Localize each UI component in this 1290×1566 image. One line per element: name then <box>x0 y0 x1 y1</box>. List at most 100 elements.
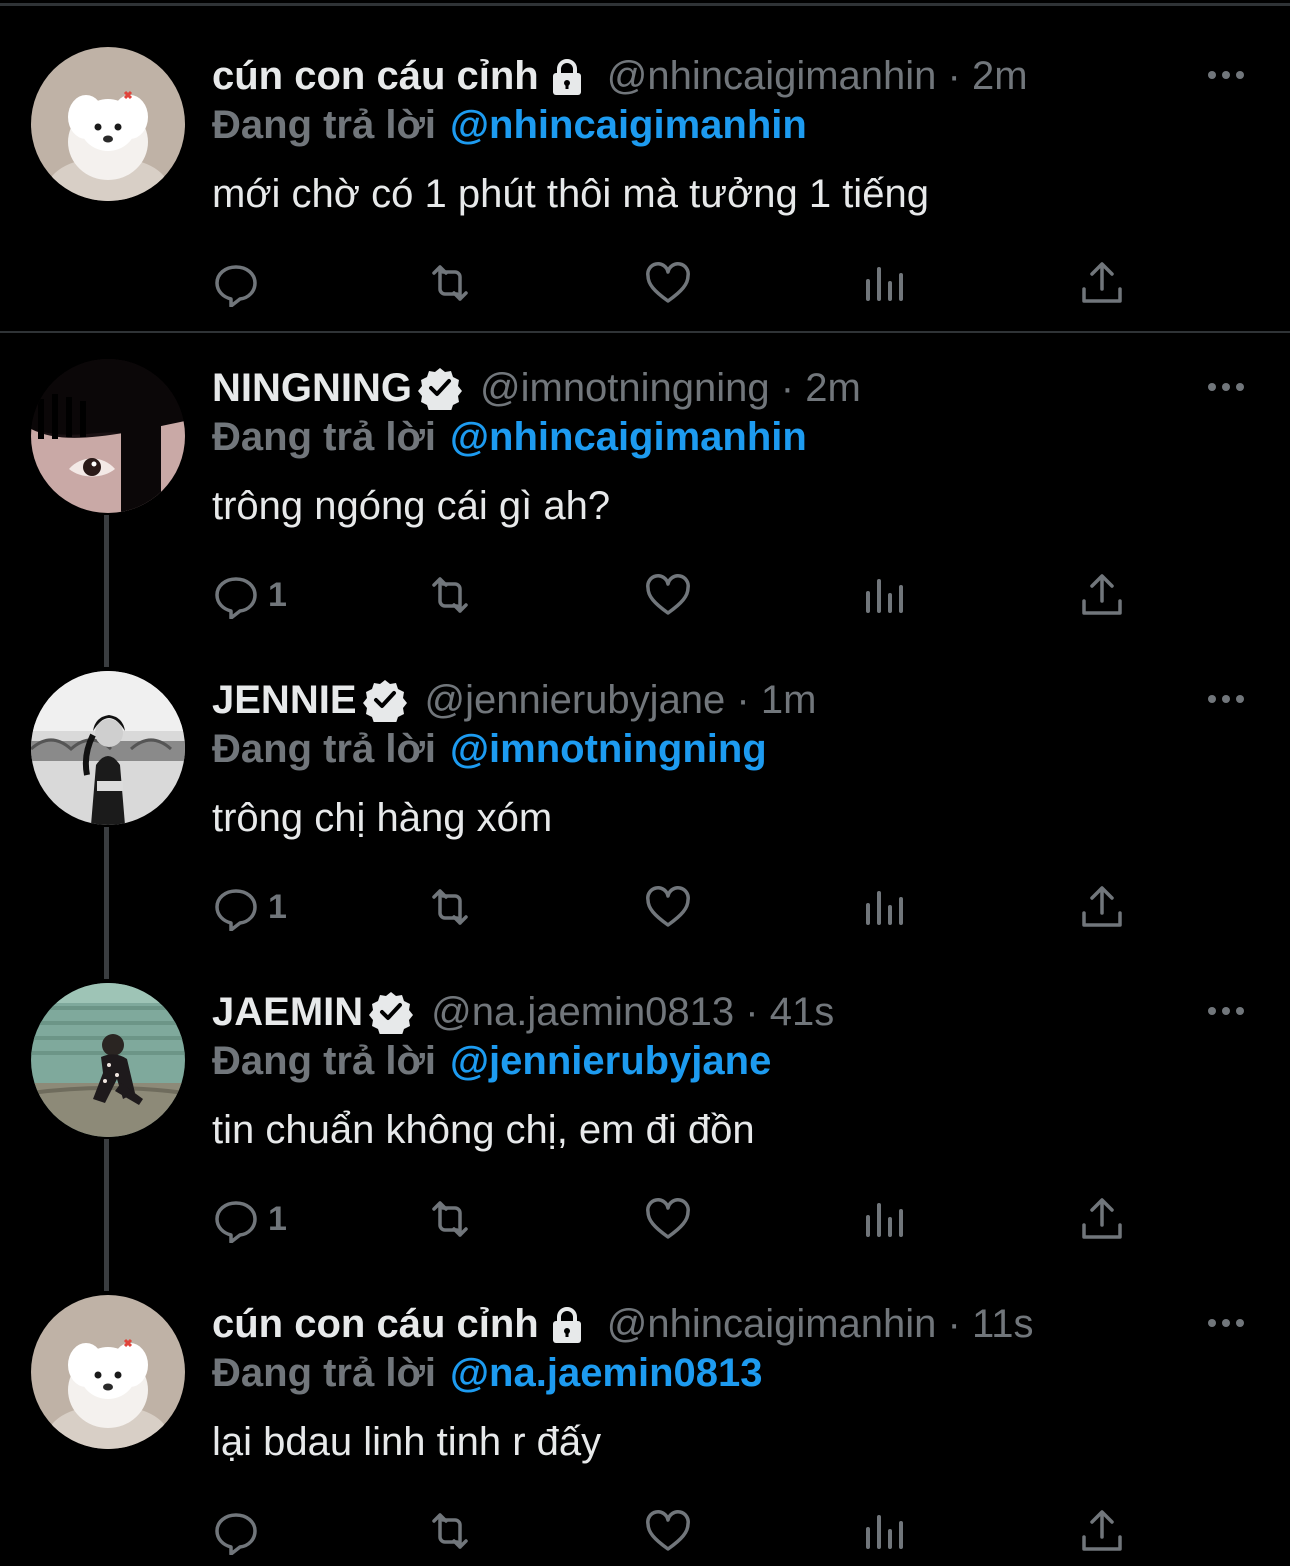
reply-icon <box>215 577 257 619</box>
analytics-button[interactable] <box>862 570 910 620</box>
avatar[interactable] <box>31 671 185 825</box>
verified-icon <box>369 990 414 1034</box>
avatar-seated-person-image <box>31 983 185 1137</box>
reply-to-handle-link[interactable]: @nhincaigimanhin <box>450 415 807 460</box>
share-icon <box>1082 574 1122 615</box>
display-name[interactable]: NINGNING <box>212 366 412 411</box>
tweet-actions: 1 <box>212 570 1142 620</box>
heart-icon <box>646 574 690 615</box>
more-options-icon[interactable] <box>1206 689 1246 709</box>
retweet-button[interactable] <box>426 570 474 620</box>
verified-icon <box>362 678 407 722</box>
display-name[interactable]: cún con cáu cỉnh <box>212 1302 539 1347</box>
reply-button[interactable]: 1 <box>212 882 287 932</box>
share-icon <box>1082 262 1122 303</box>
avatar[interactable] <box>31 983 185 1137</box>
handle-and-time[interactable]: @imnotningning · 2m <box>480 366 861 411</box>
like-button[interactable] <box>644 258 692 308</box>
retweet-icon <box>432 889 468 925</box>
retweet-button[interactable] <box>426 1194 474 1244</box>
share-button[interactable] <box>1078 1194 1126 1244</box>
thread-connector <box>104 827 109 979</box>
share-button[interactable] <box>1078 882 1126 932</box>
analytics-icon <box>866 1515 903 1549</box>
analytics-icon <box>866 267 903 301</box>
avatar[interactable] <box>31 47 185 201</box>
reply-to-handle-link[interactable]: @jennierubyjane <box>450 1039 771 1084</box>
avatar-white-puppy-image <box>31 1295 185 1449</box>
analytics-button[interactable] <box>862 1506 910 1556</box>
tweet-text: trông ngóng cái gì ah? <box>212 483 611 528</box>
verified-icon <box>418 366 462 410</box>
handle-and-time[interactable]: @na.jaemin0813 · 41s <box>431 990 834 1035</box>
share-button[interactable] <box>1078 570 1126 620</box>
analytics-icon <box>866 891 903 925</box>
avatar[interactable] <box>31 359 185 513</box>
display-name[interactable]: JAEMIN <box>212 990 363 1035</box>
avatar-white-puppy-image <box>31 47 185 201</box>
display-name[interactable]: JENNIE <box>212 678 357 723</box>
reply-icon <box>215 1513 257 1555</box>
retweet-icon <box>432 1513 468 1549</box>
heart-icon <box>646 886 690 927</box>
reply-button[interactable] <box>212 258 268 308</box>
handle-and-time[interactable]: @nhincaigimanhin · 11s <box>607 1302 1034 1347</box>
lock-icon <box>545 54 589 98</box>
handle-and-time[interactable]: @jennierubyjane · 1m <box>425 678 817 723</box>
analytics-icon <box>866 1203 903 1237</box>
retweet-button[interactable] <box>426 1506 474 1556</box>
thread-connector <box>104 515 109 667</box>
analytics-button[interactable] <box>862 258 910 308</box>
reply-count: 1 <box>268 1199 287 1238</box>
more-options-icon[interactable] <box>1206 1313 1246 1333</box>
reply-icon <box>215 1201 257 1243</box>
tweet-actions: 1 <box>212 882 1142 932</box>
display-name[interactable]: cún con cáu cỉnh <box>212 54 539 99</box>
heart-icon <box>646 262 690 303</box>
reply-to-handle-link[interactable]: @na.jaemin0813 <box>450 1351 763 1396</box>
share-button[interactable] <box>1078 1506 1126 1556</box>
more-options-icon[interactable] <box>1206 377 1246 397</box>
reply-icon <box>215 265 257 307</box>
reply-to-handle-link[interactable]: @nhincaigimanhin <box>450 103 807 148</box>
like-button[interactable] <box>644 1506 692 1556</box>
analytics-icon <box>866 579 903 613</box>
like-button[interactable] <box>644 882 692 932</box>
avatar-bangs-eye-closeup-image <box>31 359 185 513</box>
more-options-icon[interactable] <box>1206 65 1246 85</box>
avatar[interactable] <box>31 1295 185 1449</box>
replying-to-label: Đang trả lời <box>212 1350 437 1395</box>
analytics-button[interactable] <box>862 1194 910 1244</box>
more-options-icon[interactable] <box>1206 1001 1246 1021</box>
thread-connector <box>104 1139 109 1291</box>
heart-icon <box>646 1198 690 1239</box>
like-button[interactable] <box>644 570 692 620</box>
reply-button[interactable] <box>212 1506 268 1556</box>
reply-to-handle-link[interactable]: @imnotningning <box>450 727 767 772</box>
replying-to-label: Đang trả lời <box>212 726 437 771</box>
reply-button[interactable]: 1 <box>212 1194 287 1244</box>
retweet-button[interactable] <box>426 258 474 308</box>
tweet-divider <box>0 331 1290 333</box>
tweet-text: tin chuẩn không chị, em đi đồn <box>212 1107 755 1152</box>
tweet-text: trông chị hàng xóm <box>212 795 553 840</box>
tweet-actions: 1 <box>212 1194 1142 1244</box>
share-button[interactable] <box>1078 258 1126 308</box>
replying-to-label: Đang trả lời <box>212 1038 437 1083</box>
tweet-text: mới chờ có 1 phút thôi mà tưởng 1 tiếng <box>212 171 929 216</box>
replying-to-label: Đang trả lời <box>212 414 437 459</box>
retweet-icon <box>432 577 468 613</box>
reply-count: 1 <box>268 887 287 926</box>
analytics-button[interactable] <box>862 882 910 932</box>
share-icon <box>1082 886 1122 927</box>
like-button[interactable] <box>644 1194 692 1244</box>
retweet-icon <box>432 1201 468 1237</box>
tweet-text: lại bdau linh tinh r đấy <box>212 1419 602 1464</box>
share-icon <box>1082 1198 1122 1239</box>
retweet-button[interactable] <box>426 882 474 932</box>
reply-count: 1 <box>268 575 287 614</box>
avatar-bw-portrait-image <box>31 671 185 825</box>
reply-button[interactable]: 1 <box>212 570 287 620</box>
handle-and-time[interactable]: @nhincaigimanhin · 2m <box>607 54 1028 99</box>
retweet-icon <box>432 265 468 301</box>
